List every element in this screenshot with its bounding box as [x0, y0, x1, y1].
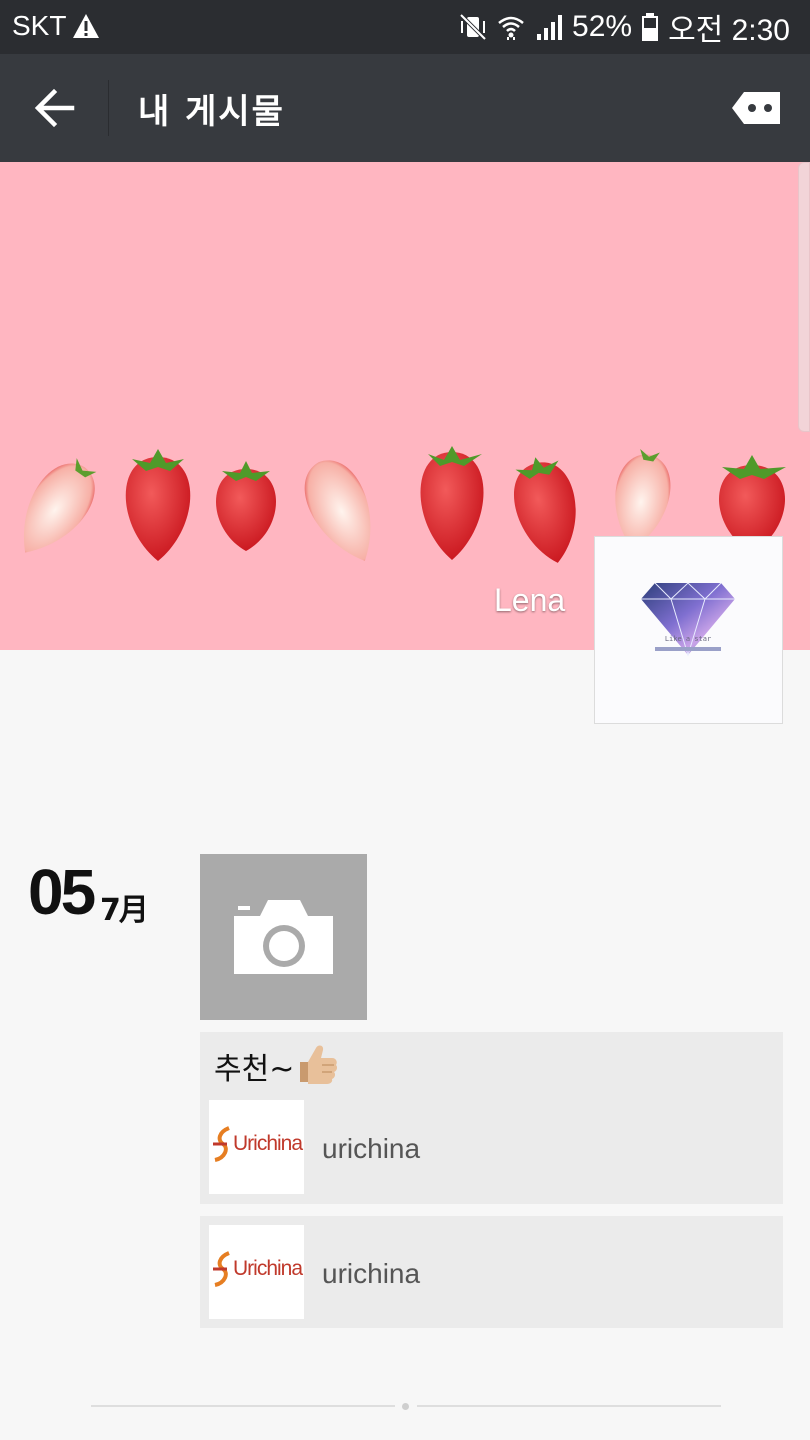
- post-card[interactable]: Urichina urichina: [200, 1216, 783, 1328]
- link-title[interactable]: urichina: [322, 1133, 420, 1165]
- diamond-logo: Like a star: [641, 582, 735, 657]
- signal-icon: [537, 15, 563, 40]
- post-text: 추천~: [214, 1052, 295, 1087]
- camera-icon: [234, 900, 333, 974]
- link-thumbnail[interactable]: Urichina: [209, 1225, 304, 1319]
- link-title[interactable]: urichina: [322, 1258, 420, 1290]
- link-brand: Urichina: [233, 1132, 303, 1155]
- avatar[interactable]: Like a star: [594, 536, 783, 724]
- link-brand: Urichina: [233, 1257, 303, 1280]
- separator-left: [91, 1405, 395, 1407]
- battery-icon: [642, 13, 659, 41]
- more-options-icon[interactable]: [730, 90, 782, 126]
- warning-icon: [73, 14, 99, 38]
- back-arrow-icon[interactable]: [28, 76, 84, 140]
- separator-right: [417, 1405, 721, 1407]
- post-date-day: 05: [28, 856, 96, 928]
- post-date-month: 7月: [100, 893, 149, 928]
- photo-placeholder[interactable]: [200, 854, 367, 1020]
- separator-dot: [402, 1403, 409, 1410]
- status-icons: 52% 오전 2:30: [458, 9, 790, 47]
- app-bar: 내 게시물: [0, 54, 810, 162]
- link-thumbnail[interactable]: Urichina: [209, 1100, 304, 1194]
- status-bar: SKT 52% 오전 2:30: [0, 0, 810, 54]
- clock: 오전 2:30: [668, 14, 790, 47]
- vibrate-off-icon: [459, 13, 487, 41]
- svg-text:Like a star: Like a star: [665, 635, 711, 643]
- app-bar-divider: [108, 80, 109, 136]
- carrier-label: SKT: [12, 10, 67, 41]
- battery-percent: 52%: [572, 10, 633, 43]
- cover-scrollbar[interactable]: [798, 162, 810, 432]
- thumbs-up-emoji: [300, 1045, 338, 1084]
- post-card[interactable]: 추천~ Urichina urichina: [200, 1032, 783, 1204]
- page-title: 내 게시물: [138, 92, 285, 132]
- profile-name: Lena: [494, 582, 566, 618]
- wifi-icon: [498, 16, 524, 40]
